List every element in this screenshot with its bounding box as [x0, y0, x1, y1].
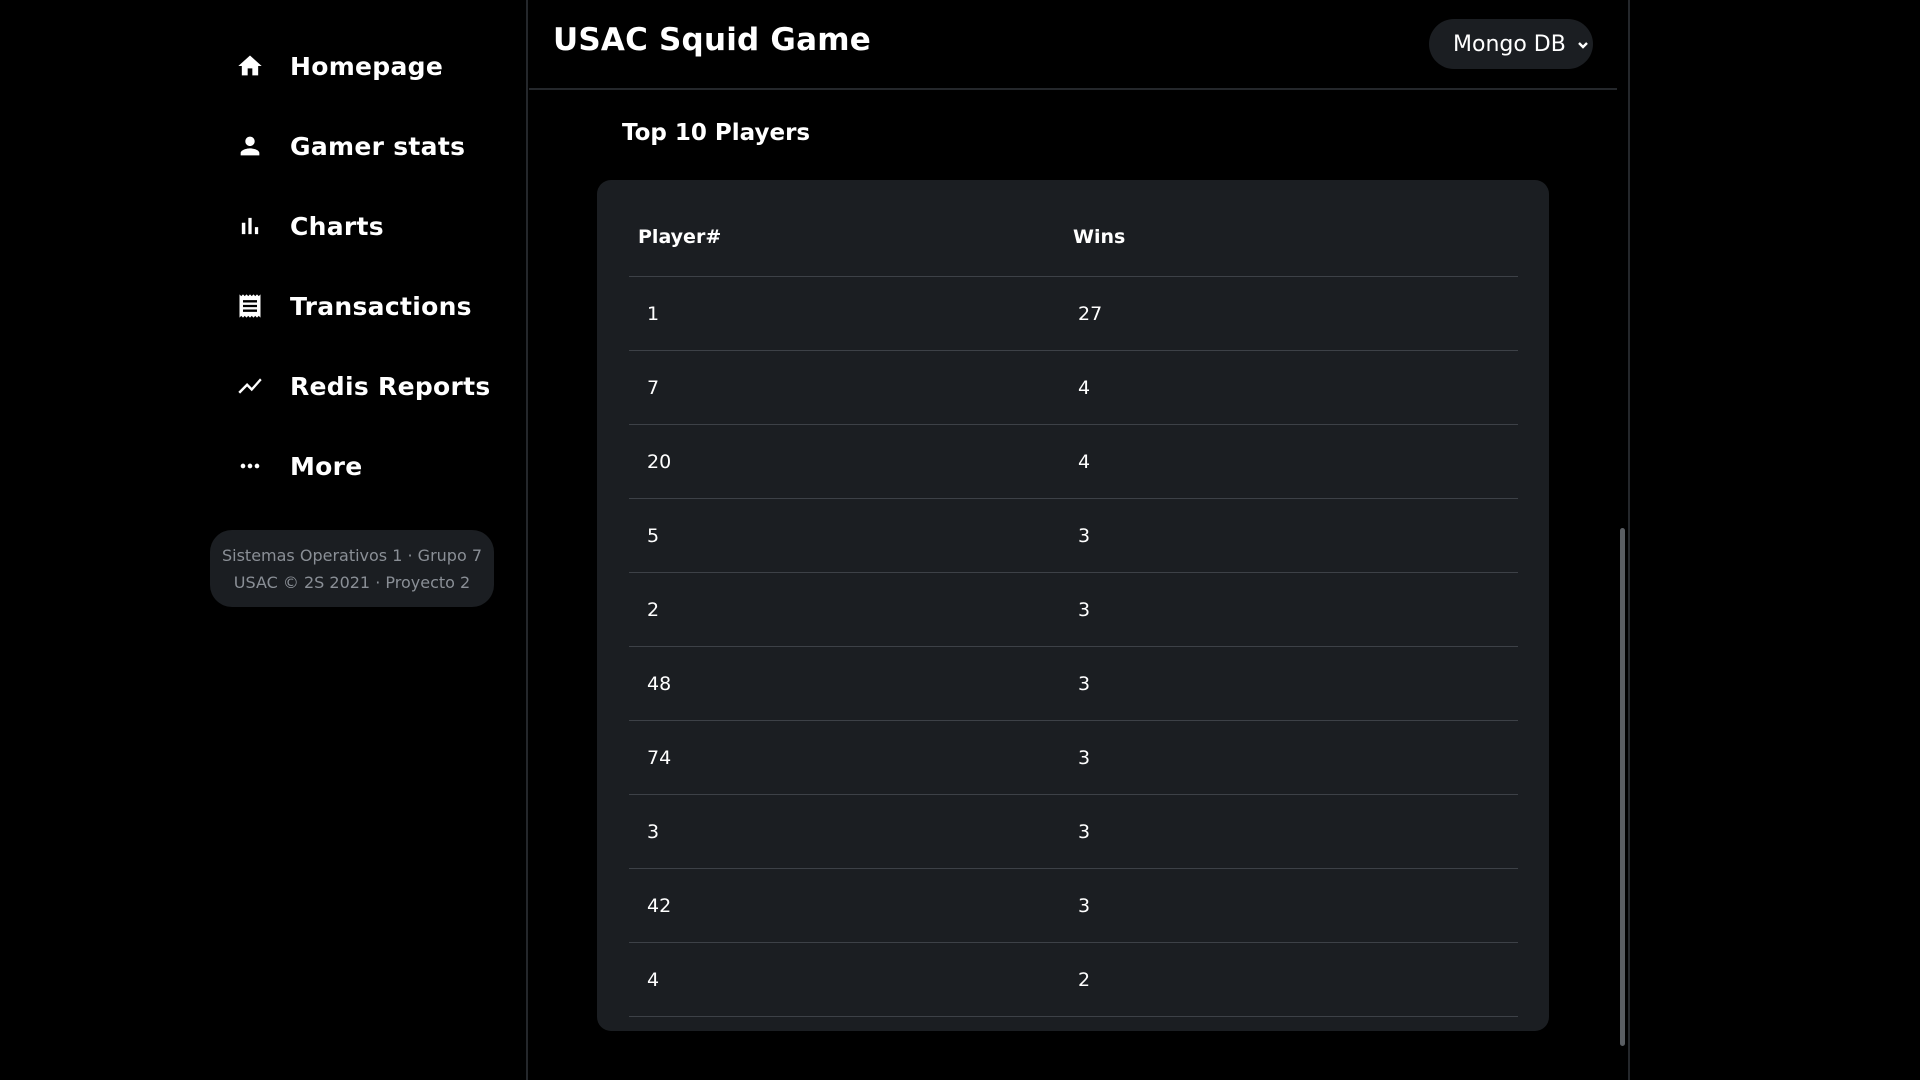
table-row: 7 4 — [629, 350, 1518, 425]
person-icon — [230, 126, 270, 166]
table-row: 3 3 — [629, 794, 1518, 869]
sidebar-footer: Sistemas Operativos 1 · Grupo 7 USAC © 2… — [210, 530, 494, 607]
wins-cell: 3 — [1073, 720, 1518, 795]
sidebar-item-charts[interactable]: Charts — [230, 196, 500, 256]
player-cell: 48 — [629, 646, 1073, 721]
wins-cell: 4 — [1073, 424, 1518, 499]
page-title: USAC Squid Game — [553, 22, 871, 58]
players-table-card: Player# Wins 1 27 7 4 20 4 5 3 2 3 48 3 … — [597, 180, 1549, 1031]
more-icon — [230, 446, 270, 486]
table-row: 20 4 — [629, 424, 1518, 499]
table-row: 48 3 — [629, 646, 1518, 721]
sidebar-item-label: Redis Reports — [290, 371, 491, 401]
section-title: Top 10 Players — [622, 120, 811, 146]
app-header: USAC Squid Game Mongo DB — [529, 0, 1617, 90]
sidebar-item-label: Charts — [290, 211, 384, 241]
chevron-down-icon — [1576, 37, 1590, 51]
home-icon — [230, 46, 270, 86]
player-cell: 20 — [629, 424, 1073, 499]
sidebar-item-gamer-stats[interactable]: Gamer stats — [230, 116, 500, 176]
sidebar-item-label: Gamer stats — [290, 131, 466, 161]
table-row: 2 3 — [629, 572, 1518, 647]
player-cell: 7 — [629, 350, 1073, 425]
database-select[interactable]: Mongo DB — [1429, 19, 1593, 69]
footer-line-2: USAC © 2S 2021 · Proyecto 2 — [233, 572, 471, 592]
sidebar-divider — [526, 0, 528, 1080]
column-header-wins: Wins — [1073, 198, 1518, 277]
sidebar-item-label: Transactions — [290, 291, 472, 321]
table-row: 5 3 — [629, 498, 1518, 573]
player-cell: 42 — [629, 868, 1073, 943]
wins-cell: 3 — [1073, 498, 1518, 573]
sidebar-item-label: More — [290, 451, 363, 481]
wins-cell: 3 — [1073, 868, 1518, 943]
player-cell: 5 — [629, 498, 1073, 573]
receipt-icon — [230, 286, 270, 326]
table-header-row: Player# Wins — [629, 198, 1518, 277]
bar-chart-icon — [230, 206, 270, 246]
database-select-value: Mongo DB — [1453, 31, 1566, 57]
wins-cell: 3 — [1073, 646, 1518, 721]
wins-cell: 27 — [1073, 276, 1518, 351]
content-right-divider — [1628, 0, 1630, 1080]
sidebar-item-more[interactable]: More — [230, 436, 500, 496]
table-row: 74 3 — [629, 720, 1518, 795]
player-cell: 74 — [629, 720, 1073, 795]
column-header-player: Player# — [629, 198, 1073, 277]
sidebar-item-label: Homepage — [290, 51, 444, 81]
wins-cell: 4 — [1073, 350, 1518, 425]
players-table: Player# Wins 1 27 7 4 20 4 5 3 2 3 48 3 … — [629, 198, 1518, 1017]
main-scrollbar[interactable] — [1618, 88, 1628, 1080]
footer-line-1: Sistemas Operativos 1 · Grupo 7 — [221, 545, 482, 565]
sidebar-item-transactions[interactable]: Transactions — [230, 276, 500, 336]
table-row: 4 2 — [629, 942, 1518, 1017]
table-row: 1 27 — [629, 276, 1518, 351]
player-cell: 1 — [629, 276, 1073, 351]
wins-cell: 3 — [1073, 572, 1518, 647]
table-row: 42 3 — [629, 868, 1518, 943]
player-cell: 4 — [629, 942, 1073, 1017]
player-cell: 3 — [629, 794, 1073, 869]
scrollbar-thumb[interactable] — [1620, 528, 1625, 1046]
player-cell: 2 — [629, 572, 1073, 647]
trending-icon — [230, 366, 270, 406]
sidebar: Homepage Gamer stats Charts Transactions… — [0, 0, 526, 1080]
wins-cell: 2 — [1073, 942, 1518, 1017]
sidebar-item-homepage[interactable]: Homepage — [230, 36, 500, 96]
wins-cell: 3 — [1073, 794, 1518, 869]
sidebar-item-redis-reports[interactable]: Redis Reports — [230, 356, 500, 416]
